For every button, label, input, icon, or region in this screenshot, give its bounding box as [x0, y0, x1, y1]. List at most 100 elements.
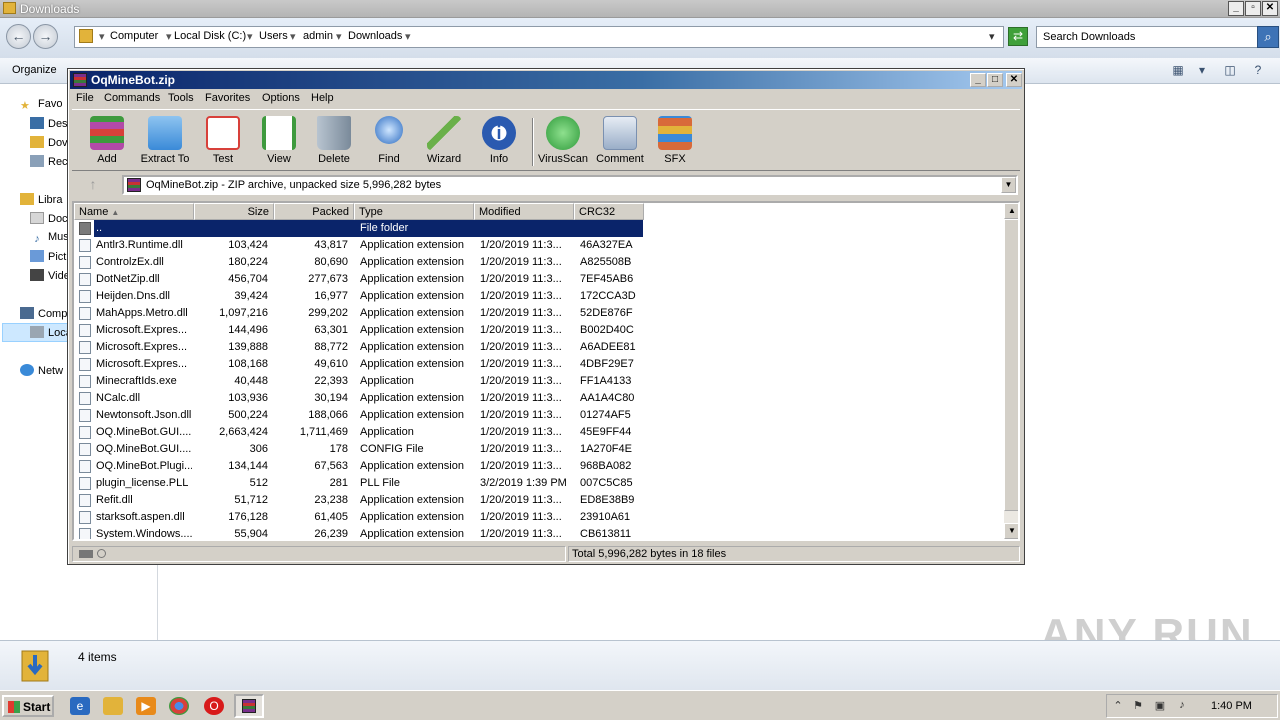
scroll-thumb[interactable]: [1004, 219, 1018, 511]
table-row[interactable]: .. File folder: [74, 220, 1004, 237]
menu-commands[interactable]: Commands: [104, 92, 160, 104]
media-player-icon[interactable]: ▶: [136, 697, 156, 715]
comment-button[interactable]: Comment: [590, 116, 650, 165]
table-row[interactable]: Newtonsoft.Json.dll 500,224 188,066 Applica…: [74, 407, 1004, 424]
column-size[interactable]: Size: [194, 203, 274, 220]
table-row[interactable]: MinecraftIds.exe 40,448 22,393 Application 1…: [74, 373, 1004, 390]
table-row[interactable]: NCalc.dll 103,936 30,194 Application extens…: [74, 390, 1004, 407]
close-button[interactable]: ✕: [1006, 73, 1022, 87]
archive-path-box[interactable]: OqMineBot.zip - ZIP archive, unpacked si…: [122, 175, 1018, 195]
column-crc32[interactable]: CRC32: [574, 203, 644, 220]
column-type[interactable]: Type: [354, 203, 474, 220]
table-row[interactable]: OQ.MineBot.GUI.... 2,663,424 1,711,469 Appl…: [74, 424, 1004, 441]
table-row[interactable]: MahApps.Metro.dll 1,097,216 299,202 Applica…: [74, 305, 1004, 322]
minimize-button[interactable]: _: [970, 73, 986, 87]
column-name[interactable]: Name ▲: [74, 203, 194, 220]
table-row[interactable]: OQ.MineBot.GUI.... 306 178 CONFIG File 1/20/…: [74, 441, 1004, 458]
nav-item-favorites[interactable]: ★ Favo: [20, 98, 62, 116]
organize-menu[interactable]: Organize: [12, 64, 57, 76]
view-button[interactable]: View: [249, 116, 309, 165]
nav-item-pictures[interactable]: Pict: [30, 250, 66, 268]
nav-item-videos[interactable]: Vide: [30, 269, 70, 287]
delete-button[interactable]: Delete: [304, 116, 364, 165]
nav-item-downloads[interactable]: Dov: [30, 136, 68, 154]
search-icon[interactable]: ⌕: [1257, 26, 1279, 48]
view-options-icon[interactable]: ▦: [1170, 63, 1186, 77]
vertical-scrollbar[interactable]: ▲ ▼: [1004, 203, 1018, 539]
table-row[interactable]: Microsoft.Expres... 139,888 88,772 Applicat…: [74, 339, 1004, 356]
table-row[interactable]: Refit.dll 51,712 23,238 Application extensi…: [74, 492, 1004, 509]
clock[interactable]: 1:40 PM: [1211, 700, 1252, 712]
table-row[interactable]: OQ.MineBot.Plugi... 134,144 67,563 Applicat…: [74, 458, 1004, 475]
menu-help[interactable]: Help: [311, 92, 334, 104]
extract-to-button[interactable]: Extract To: [135, 116, 195, 165]
breadcrumb[interactable]: Computer: [110, 30, 158, 42]
breadcrumb[interactable]: Downloads: [348, 30, 402, 42]
breadcrumb[interactable]: Local Disk (C:): [174, 30, 246, 42]
menu-favorites[interactable]: Favorites: [205, 92, 250, 104]
chevron-down-icon[interactable]: ▾: [1194, 63, 1210, 77]
preview-pane-icon[interactable]: ◫: [1222, 63, 1238, 77]
nav-item-computer[interactable]: Comp: [20, 307, 67, 325]
opera-icon[interactable]: O: [204, 697, 224, 715]
test-button[interactable]: Test: [193, 116, 253, 165]
add-button[interactable]: Add: [77, 116, 137, 165]
chevron-down-icon[interactable]: ▼: [1001, 177, 1016, 193]
find-button[interactable]: Find: [359, 116, 419, 165]
nav-item-music[interactable]: ♪ Mus: [30, 231, 69, 249]
wizard-button[interactable]: Wizard: [414, 116, 474, 165]
table-row[interactable]: Heijden.Dns.dll 39,424 16,977 Application e…: [74, 288, 1004, 305]
scroll-up-button[interactable]: ▲: [1004, 203, 1018, 219]
table-row[interactable]: Antlr3.Runtime.dll 103,424 43,817 Applicati…: [74, 237, 1004, 254]
minimize-button[interactable]: _: [1228, 1, 1244, 16]
help-icon[interactable]: ?: [1250, 63, 1266, 77]
menu-tools[interactable]: Tools: [168, 92, 194, 104]
table-row[interactable]: System.Windows.... 55,904 26,239 Applicatio…: [74, 526, 1004, 539]
library-icon: [20, 193, 34, 205]
table-row[interactable]: DotNetZip.dll 456,704 277,673 Application e…: [74, 271, 1004, 288]
nav-item-documents[interactable]: Doc: [30, 212, 68, 230]
breadcrumb[interactable]: Users: [259, 30, 288, 42]
network-tray-icon[interactable]: ▣: [1153, 699, 1167, 713]
menu-file[interactable]: File: [76, 92, 94, 104]
table-row[interactable]: ControlzEx.dll 180,224 80,690 Application e…: [74, 254, 1004, 271]
table-row[interactable]: starksoft.aspen.dll 176,128 61,405 Applicat…: [74, 509, 1004, 526]
menu-options[interactable]: Options: [262, 92, 300, 104]
info-button[interactable]: i Info: [469, 116, 529, 165]
ie-icon[interactable]: e: [70, 697, 90, 715]
chrome-icon[interactable]: [169, 697, 189, 715]
explorer-icon[interactable]: [103, 697, 123, 715]
cell-crc: 52DE876F: [580, 307, 633, 319]
volume-icon[interactable]: ♪: [1175, 699, 1189, 713]
refresh-button[interactable]: ⇄: [1008, 27, 1028, 46]
breadcrumb[interactable]: admin: [303, 30, 333, 42]
forward-button[interactable]: →: [33, 24, 58, 49]
action-center-flag-icon[interactable]: ⚑: [1131, 699, 1145, 713]
sfx-button[interactable]: SFX: [645, 116, 705, 165]
table-row[interactable]: Microsoft.Expres... 108,168 49,610 Applicat…: [74, 356, 1004, 373]
nav-item-desktop[interactable]: Des: [30, 117, 68, 135]
table-row[interactable]: plugin_license.PLL 512 281 PLL File 3/2/2019…: [74, 475, 1004, 492]
up-folder-button[interactable]: ↑: [76, 176, 110, 194]
column-modified[interactable]: Modified: [474, 203, 574, 220]
tray-expand-icon[interactable]: ⌃: [1111, 699, 1125, 713]
column-packed[interactable]: Packed: [274, 203, 354, 220]
maximize-button[interactable]: □: [987, 73, 1003, 87]
folder-icon: [79, 29, 93, 43]
address-dropdown-icon[interactable]: ▾: [989, 30, 995, 43]
winrar-taskbar-button[interactable]: [234, 694, 264, 718]
search-input[interactable]: Search Downloads: [1036, 26, 1258, 48]
scroll-down-button[interactable]: ▼: [1004, 523, 1018, 539]
close-button[interactable]: ✕: [1262, 1, 1278, 16]
virusscan-button[interactable]: VirusScan: [533, 116, 593, 165]
back-button[interactable]: ←: [6, 24, 31, 49]
table-row[interactable]: Microsoft.Expres... 144,496 63,301 Applicat…: [74, 322, 1004, 339]
nav-item-local-disk[interactable]: Loca: [30, 326, 72, 344]
address-box[interactable]: ▾ Computer ▾ Local Disk (C:) ▾ Users ▾ a…: [74, 26, 1004, 48]
nav-item-network[interactable]: Netw: [20, 364, 63, 382]
nav-item-libraries[interactable]: Libra: [20, 193, 62, 211]
nav-item-recent[interactable]: Rec: [30, 155, 68, 173]
cell-size: 176,128: [228, 511, 268, 523]
maximize-button[interactable]: ▫: [1245, 1, 1261, 16]
start-button[interactable]: Start: [2, 695, 54, 717]
